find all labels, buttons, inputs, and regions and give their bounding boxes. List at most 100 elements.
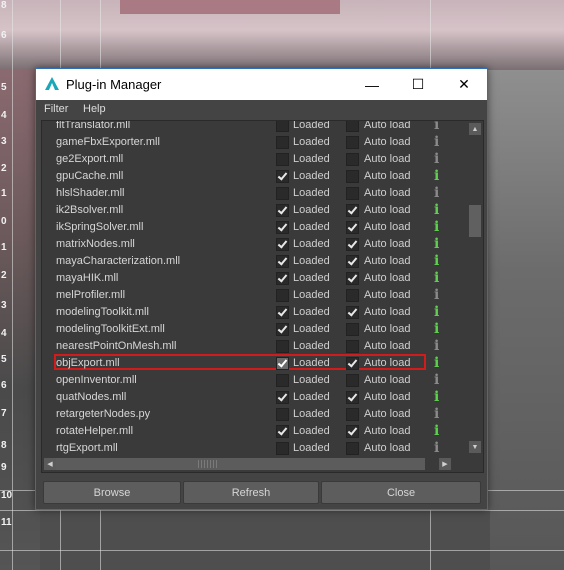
vertical-scrollbar[interactable]: ▲ ▼: [467, 121, 483, 456]
autoload-label: Auto load: [364, 255, 411, 267]
plugin-name: gpuCache.mll: [56, 170, 124, 182]
loaded-checkbox[interactable]: [276, 408, 289, 421]
loaded-checkbox[interactable]: [276, 374, 289, 387]
loaded-checkbox[interactable]: [276, 306, 289, 319]
autoload-label: Auto load: [364, 170, 411, 182]
loaded-checkbox[interactable]: [276, 153, 289, 166]
viewport-grid-number: 10: [1, 490, 13, 501]
autoload-checkbox[interactable]: [346, 340, 359, 353]
loaded-checkbox[interactable]: [276, 238, 289, 251]
autoload-label: Auto load: [364, 323, 411, 335]
loaded-label: Loaded: [293, 374, 330, 386]
autoload-checkbox[interactable]: [346, 306, 359, 319]
scroll-left-icon[interactable]: ◀: [44, 458, 56, 470]
autoload-checkbox[interactable]: [346, 255, 359, 268]
loaded-checkbox[interactable]: [276, 323, 289, 336]
autoload-checkbox[interactable]: [346, 323, 359, 336]
info-icon[interactable]: i: [434, 372, 439, 388]
info-icon[interactable]: i: [434, 219, 439, 235]
info-icon[interactable]: i: [434, 236, 439, 252]
loaded-label: Loaded: [293, 136, 330, 148]
viewport-grid-number: 3: [1, 136, 7, 147]
info-icon[interactable]: i: [434, 287, 439, 303]
autoload-label: Auto load: [364, 391, 411, 403]
autoload-checkbox[interactable]: [346, 425, 359, 438]
menu-help[interactable]: Help: [83, 103, 106, 115]
browse-button[interactable]: Browse: [43, 481, 181, 504]
info-icon[interactable]: i: [434, 355, 439, 371]
loaded-checkbox[interactable]: [276, 121, 289, 132]
info-icon[interactable]: i: [434, 440, 439, 456]
autoload-checkbox[interactable]: [346, 357, 359, 370]
minimize-button[interactable]: —: [349, 69, 395, 100]
scroll-right-icon[interactable]: ▶: [439, 458, 451, 470]
autoload-checkbox[interactable]: [346, 153, 359, 166]
plugin-row: modelingToolkit.mll Loaded Auto load i: [42, 304, 467, 321]
loaded-label: Loaded: [293, 306, 330, 318]
loaded-checkbox[interactable]: [276, 442, 289, 455]
info-icon[interactable]: i: [434, 389, 439, 405]
info-icon[interactable]: i: [434, 304, 439, 320]
refresh-button[interactable]: Refresh: [183, 481, 319, 504]
autoload-checkbox[interactable]: [346, 374, 359, 387]
loaded-checkbox[interactable]: [276, 255, 289, 268]
autoload-checkbox[interactable]: [346, 121, 359, 132]
plugin-name: quatNodes.mll: [56, 391, 127, 403]
autoload-label: Auto load: [364, 221, 411, 233]
autoload-checkbox[interactable]: [346, 136, 359, 149]
viewport-grid-line: [12, 0, 13, 570]
info-icon[interactable]: i: [434, 338, 439, 354]
loaded-checkbox[interactable]: [276, 170, 289, 183]
autoload-checkbox[interactable]: [346, 238, 359, 251]
loaded-label: Loaded: [293, 391, 330, 403]
horizontal-scroll-thumb[interactable]: [56, 458, 425, 470]
horizontal-scrollbar[interactable]: ◀ ▶: [42, 456, 467, 472]
loaded-checkbox[interactable]: [276, 357, 289, 370]
title-bar[interactable]: Plug-in Manager — ☐ ✕: [36, 69, 487, 100]
autoload-checkbox[interactable]: [346, 442, 359, 455]
menu-bar: Filter Help: [36, 100, 487, 120]
autoload-checkbox[interactable]: [346, 170, 359, 183]
loaded-checkbox[interactable]: [276, 425, 289, 438]
plugin-row: nearestPointOnMesh.mll Loaded Auto load i: [42, 338, 467, 355]
loaded-checkbox[interactable]: [276, 204, 289, 217]
info-icon[interactable]: i: [434, 185, 439, 201]
info-icon[interactable]: i: [434, 270, 439, 286]
loaded-checkbox[interactable]: [276, 221, 289, 234]
autoload-checkbox[interactable]: [346, 289, 359, 302]
info-icon[interactable]: i: [434, 151, 439, 167]
autoload-checkbox[interactable]: [346, 272, 359, 285]
vertical-scroll-thumb[interactable]: [469, 205, 481, 237]
plugin-name: ikSpringSolver.mll: [56, 221, 144, 233]
loaded-checkbox[interactable]: [276, 187, 289, 200]
menu-filter[interactable]: Filter: [44, 103, 68, 115]
info-icon[interactable]: i: [434, 168, 439, 184]
autoload-checkbox[interactable]: [346, 187, 359, 200]
scroll-down-icon[interactable]: ▼: [469, 441, 481, 453]
loaded-checkbox[interactable]: [276, 272, 289, 285]
info-icon[interactable]: i: [434, 202, 439, 218]
info-icon[interactable]: i: [434, 253, 439, 269]
viewport-grid-number: 1: [1, 188, 7, 199]
autoload-checkbox[interactable]: [346, 408, 359, 421]
close-button[interactable]: Close: [321, 481, 481, 504]
info-icon[interactable]: i: [434, 121, 439, 133]
loaded-checkbox[interactable]: [276, 289, 289, 302]
info-icon[interactable]: i: [434, 423, 439, 439]
close-window-button[interactable]: ✕: [441, 69, 487, 100]
plugin-name: melProfiler.mll: [56, 289, 126, 301]
info-icon[interactable]: i: [434, 321, 439, 337]
autoload-checkbox[interactable]: [346, 391, 359, 404]
loaded-checkbox[interactable]: [276, 340, 289, 353]
loaded-checkbox[interactable]: [276, 391, 289, 404]
viewport-grid-number: 1: [1, 242, 7, 253]
loaded-checkbox[interactable]: [276, 136, 289, 149]
info-icon[interactable]: i: [434, 406, 439, 422]
autoload-checkbox[interactable]: [346, 221, 359, 234]
scroll-up-icon[interactable]: ▲: [469, 123, 481, 135]
maximize-button[interactable]: ☐: [395, 69, 441, 100]
autoload-checkbox[interactable]: [346, 204, 359, 217]
info-icon[interactable]: i: [434, 134, 439, 150]
loaded-label: Loaded: [293, 340, 330, 352]
plugin-row: modelingToolkitExt.mll Loaded Auto load i: [42, 321, 467, 338]
